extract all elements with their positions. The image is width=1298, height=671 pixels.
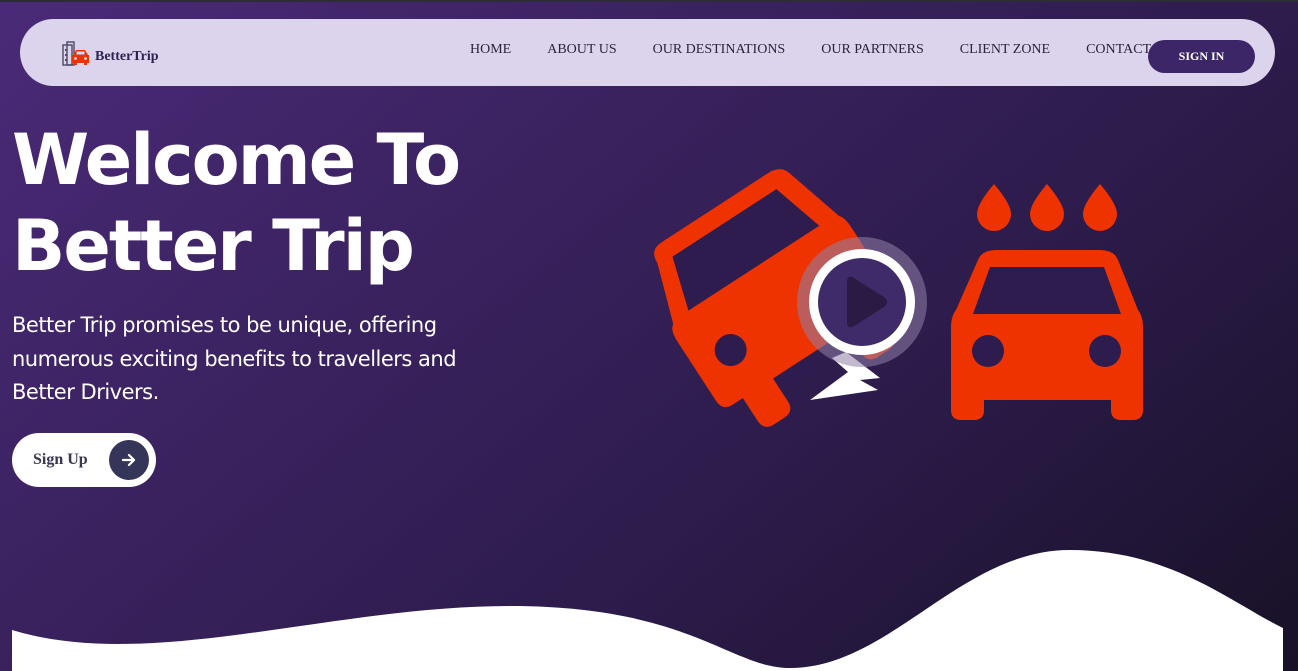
- hero-title-line2: Better Trip: [12, 205, 415, 287]
- nav-item-client-zone[interactable]: CLIENT ZONE: [960, 42, 1050, 58]
- car-wash-icon: [951, 184, 1143, 420]
- nav-item-about-us[interactable]: ABOUT US: [547, 42, 616, 58]
- navbar: BetterTrip HOME ABOUT US OUR DESTINATION…: [20, 19, 1275, 86]
- brand-logo[interactable]: BetterTrip: [61, 41, 159, 72]
- landing-page: BetterTrip HOME ABOUT US OUR DESTINATION…: [0, 0, 1298, 671]
- city-car-icon: [61, 41, 91, 72]
- nav-item-home[interactable]: HOME: [470, 42, 511, 58]
- hero-subtitle: Better Trip promises to be unique, offer…: [12, 313, 457, 404]
- sign-up-button[interactable]: Sign Up: [12, 433, 156, 487]
- nav-item-our-destinations[interactable]: OUR DESTINATIONS: [653, 42, 786, 58]
- sign-up-label: Sign Up: [33, 451, 88, 468]
- hero-title-line1: Welcome To: [12, 119, 461, 201]
- nav-item-our-partners[interactable]: OUR PARTNERS: [821, 42, 924, 58]
- nav-item-contact[interactable]: CONTACT: [1086, 42, 1151, 58]
- hero-title: Welcome To Better Trip: [12, 117, 572, 289]
- sign-in-button[interactable]: SIGN IN: [1148, 40, 1255, 73]
- nav-menu: HOME ABOUT US OUR DESTINATIONS OUR PARTN…: [470, 42, 1151, 58]
- play-video-button[interactable]: [797, 237, 927, 367]
- arrow-right-icon: [109, 440, 149, 480]
- brand-name: BetterTrip: [95, 48, 159, 64]
